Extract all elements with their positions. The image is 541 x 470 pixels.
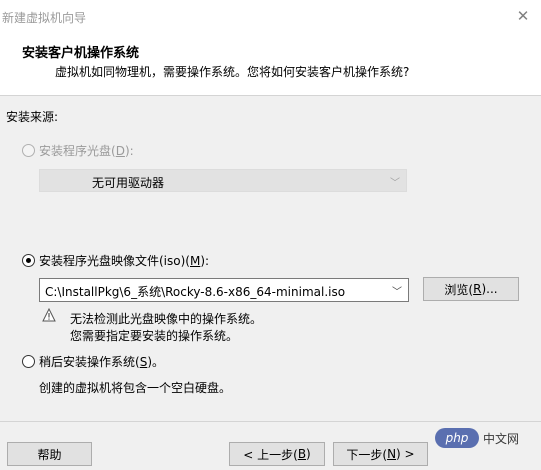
radio-install-disc[interactable]: 安装程序光盘(D):: [22, 142, 134, 159]
watermark-text: 中文网: [483, 431, 520, 446]
radio-iso-label: 安装程序光盘映像文件(iso)(M):: [39, 254, 210, 268]
browse-button[interactable]: 浏览(R)...: [423, 277, 519, 301]
disc-drive-dropdown[interactable]: 无可用驱动器 ﹀: [39, 169, 407, 192]
warning-icon: [42, 308, 56, 322]
warning-message-line2: 您需要指定要安装的操作系统。: [70, 329, 239, 343]
close-icon[interactable]: ✕: [513, 6, 533, 26]
footer-divider: [0, 421, 541, 422]
disc-drive-value: 无可用驱动器: [92, 176, 165, 190]
radio-install-iso[interactable]: 安装程序光盘映像文件(iso)(M):: [22, 252, 209, 269]
radio-button-disc[interactable]: [22, 144, 35, 157]
back-button[interactable]: < 上一步(B): [229, 442, 325, 466]
radio-later-label: 稍后安装操作系统(S)。: [39, 355, 164, 369]
install-later-description: 创建的虚拟机将包含一个空白硬盘。: [39, 381, 232, 395]
window-title: 新建虚拟机向导: [2, 11, 87, 25]
iso-path-value[interactable]: C:\InstallPkg\6_系统\Rocky-8.6-x86_64-mini…: [45, 283, 345, 300]
install-source-label: 安装来源:: [6, 110, 59, 124]
next-button[interactable]: 下一步(N) >: [333, 442, 428, 466]
site-watermark: php 中文网: [435, 428, 519, 448]
page-subtitle: 虚拟机如同物理机，需要操作系统。您将如何安装客户机操作系统?: [55, 65, 410, 79]
chevron-down-icon: ﹀: [390, 178, 400, 189]
radio-disc-label: 安装程序光盘(D):: [39, 144, 134, 158]
radio-install-later[interactable]: 稍后安装操作系统(S)。: [22, 353, 164, 370]
iso-path-combobox[interactable]: C:\InstallPkg\6_系统\Rocky-8.6-x86_64-mini…: [39, 278, 409, 302]
php-logo: php: [435, 428, 479, 448]
radio-button-later[interactable]: [22, 355, 35, 368]
wizard-header: 安装客户机操作系统 虚拟机如同物理机，需要操作系统。您将如何安装客户机操作系统?: [0, 33, 541, 96]
radio-button-iso[interactable]: [22, 254, 35, 267]
help-button[interactable]: 帮助: [7, 442, 92, 466]
title-bar: 新建虚拟机向导 ✕: [0, 0, 541, 33]
chevron-down-icon[interactable]: ﹀: [392, 283, 402, 298]
warning-message-line1: 无法检测此光盘映像中的操作系统。: [70, 312, 263, 326]
page-title: 安装客户机操作系统: [22, 46, 140, 61]
